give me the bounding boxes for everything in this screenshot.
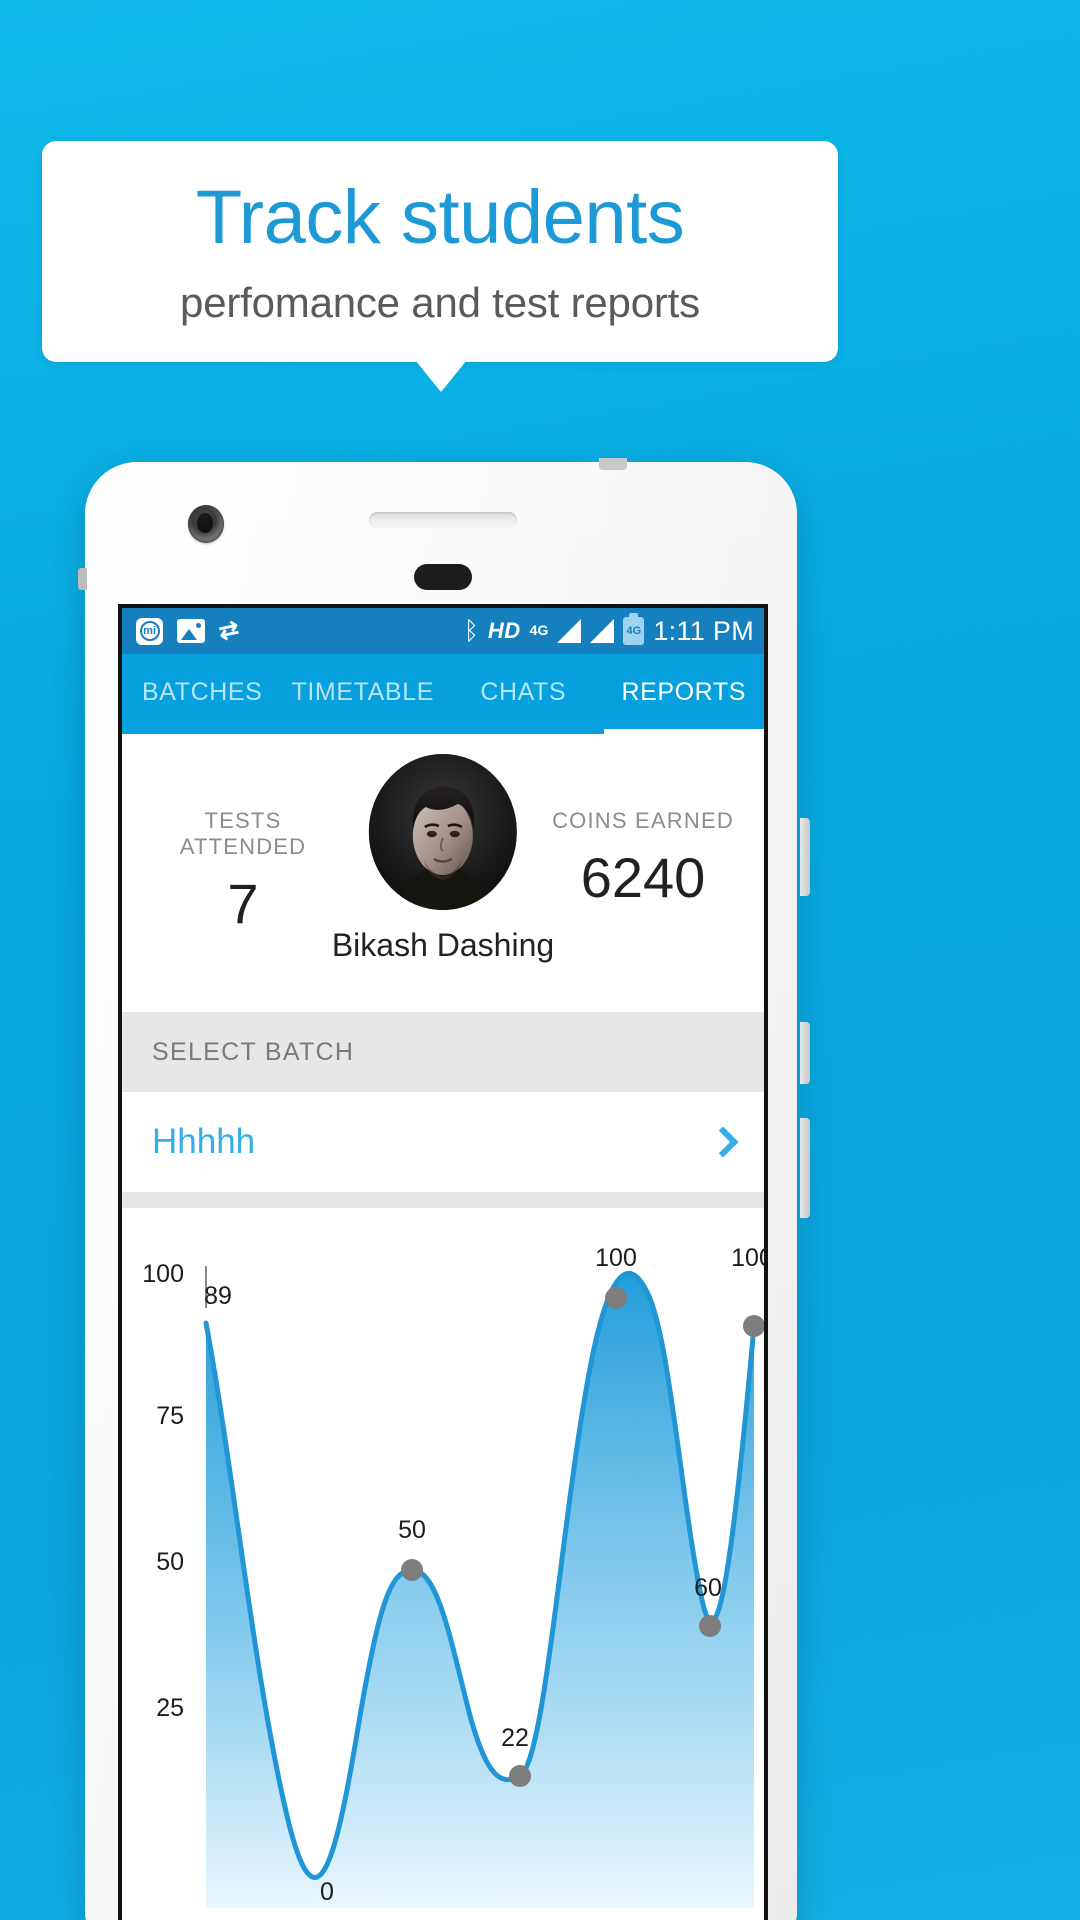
tab-timetable[interactable]: TIMETABLE bbox=[283, 654, 444, 734]
status-bar-left-icons: mi ⇄ bbox=[136, 615, 242, 646]
tab-batches[interactable]: BATCHES bbox=[122, 654, 283, 734]
performance-chart-svg: 100 75 50 25 89 0 50 22 100 60 100 bbox=[142, 1244, 764, 1908]
hd-voice-label: HD bbox=[487, 618, 521, 643]
battery-icon: 4G bbox=[623, 613, 645, 645]
point-label-0: 0 bbox=[320, 1878, 334, 1906]
chart-point[interactable] bbox=[605, 1287, 627, 1309]
selected-batch-row[interactable]: Hhhhh bbox=[122, 1092, 764, 1192]
headline-callout: Track students perfomance and test repor… bbox=[42, 141, 838, 362]
network-type-label: 4G bbox=[529, 621, 549, 638]
point-label-100-first: 100 bbox=[595, 1244, 637, 1272]
screenshot-image-icon bbox=[177, 619, 205, 643]
chart-point[interactable] bbox=[699, 1615, 721, 1637]
status-bar-clock: 1:11 PM bbox=[653, 615, 754, 646]
selected-batch-name: Hhhhh bbox=[152, 1122, 256, 1161]
front-camera-icon bbox=[188, 505, 224, 543]
point-label-60: 60 bbox=[694, 1574, 722, 1602]
signal-bars-icon bbox=[557, 619, 582, 643]
tests-attended-value: 7 bbox=[227, 872, 259, 935]
headline-subtitle: perfomance and test reports bbox=[180, 278, 700, 326]
mi-store-icon: mi bbox=[136, 617, 163, 645]
phone-power-button bbox=[800, 818, 810, 896]
tests-attended-stat: TESTS ATTENDED 7 bbox=[148, 772, 338, 932]
chart-point[interactable] bbox=[743, 1315, 764, 1337]
sync-disabled-icon: ⇄ bbox=[216, 615, 242, 646]
avatar-photo-icon bbox=[369, 754, 517, 910]
avatar[interactable] bbox=[369, 754, 517, 910]
tab-chats[interactable]: CHATS bbox=[443, 654, 604, 734]
avatar-block: Bikash Dashing bbox=[332, 754, 554, 964]
headline-title: Track students bbox=[195, 174, 685, 260]
student-name: Bikash Dashing bbox=[331, 927, 555, 963]
point-label-100-last: 100 bbox=[731, 1244, 764, 1272]
select-batch-header: SELECT BATCH bbox=[122, 1012, 764, 1092]
phone-screen: mi ⇄ ᛒ HD 4G 4G 1:11 PM BATCHES TIMETABL… bbox=[118, 604, 768, 1920]
phone-volume-down-button bbox=[800, 1118, 810, 1218]
home-button[interactable] bbox=[414, 564, 472, 590]
point-label-22: 22 bbox=[501, 1724, 529, 1752]
tab-reports[interactable]: REPORTS bbox=[603, 654, 765, 734]
status-bar-right-icons: ᛒ HD 4G 4G 1:11 PM bbox=[463, 613, 754, 647]
phone-volume-up-button bbox=[800, 1022, 810, 1084]
point-label-89: 89 bbox=[204, 1282, 232, 1310]
chart-point[interactable] bbox=[401, 1559, 423, 1581]
coins-earned-label: COINS EARNED bbox=[552, 808, 734, 833]
bluetooth-icon: ᛒ bbox=[463, 616, 479, 645]
point-label-50: 50 bbox=[398, 1516, 426, 1544]
tab-bar: BATCHES TIMETABLE CHATS REPORTS bbox=[122, 654, 764, 734]
coins-earned-stat: COINS EARNED 6240 bbox=[548, 772, 738, 906]
y-tick-25: 25 bbox=[156, 1694, 184, 1722]
phone-antenna-notch bbox=[599, 458, 627, 470]
phone-left-button bbox=[78, 568, 87, 590]
y-tick-75: 75 bbox=[156, 1402, 184, 1430]
y-tick-100: 100 bbox=[142, 1260, 184, 1288]
performance-chart: 100 75 50 25 89 0 50 22 100 60 100 bbox=[122, 1208, 764, 1908]
earpiece-speaker bbox=[369, 512, 517, 528]
chart-point[interactable] bbox=[509, 1765, 531, 1787]
chevron-right-icon[interactable] bbox=[707, 1126, 739, 1158]
y-tick-50: 50 bbox=[156, 1548, 184, 1576]
coins-earned-value: 6240 bbox=[580, 846, 706, 909]
tests-attended-label: TESTS ATTENDED bbox=[179, 808, 307, 859]
signal-bars-icon bbox=[590, 619, 615, 643]
callout-tail bbox=[415, 360, 467, 392]
profile-summary: TESTS ATTENDED 7 Bikash Dashing COINS EA… bbox=[122, 734, 764, 1012]
section-divider bbox=[122, 1192, 764, 1208]
status-bar: mi ⇄ ᛒ HD 4G 4G 1:11 PM bbox=[122, 608, 764, 654]
